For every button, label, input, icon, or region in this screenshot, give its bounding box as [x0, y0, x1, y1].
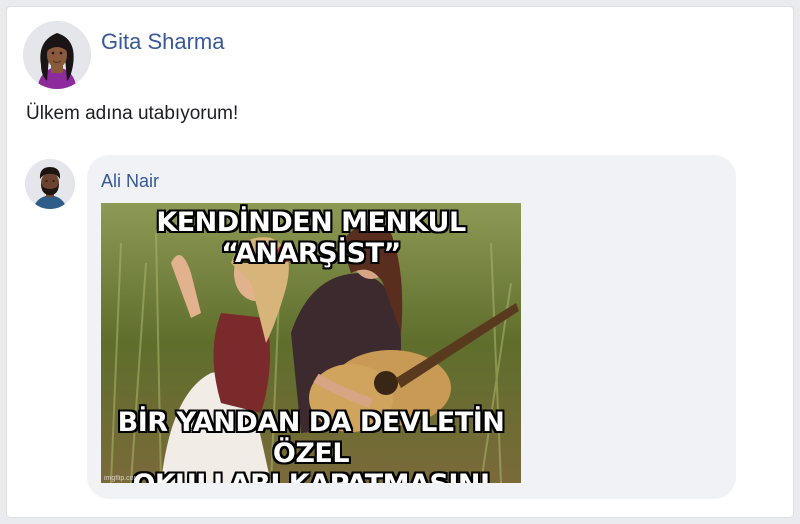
meme-bottom-text: BİR YANDAN DA DEVLETİN ÖZEL OKULLARI KAP… — [117, 407, 505, 483]
woman-avatar-icon[interactable] — [23, 21, 91, 89]
post-author-name[interactable]: Gita Sharma — [101, 29, 225, 55]
comment-author-name[interactable]: Ali Nair — [101, 171, 159, 192]
meme-top-text: KENDİNDEN MENKUL “ANARŞİST” — [156, 207, 466, 269]
comment-bubble: Ali Nair KENDİNDEN MENKUL “ANARŞİST” BİR… — [87, 155, 736, 499]
meme-image[interactable]: KENDİNDEN MENKUL “ANARŞİST” BİR YANDAN D… — [101, 203, 521, 483]
meme-watermark: imgflip.com — [104, 475, 140, 482]
post-card: Gita Sharma Ülkem adına utabıyorum! Ali … — [6, 6, 794, 518]
man-avatar-icon[interactable] — [25, 159, 75, 209]
post-text: Ülkem adına utabıyorum! — [26, 103, 239, 124]
